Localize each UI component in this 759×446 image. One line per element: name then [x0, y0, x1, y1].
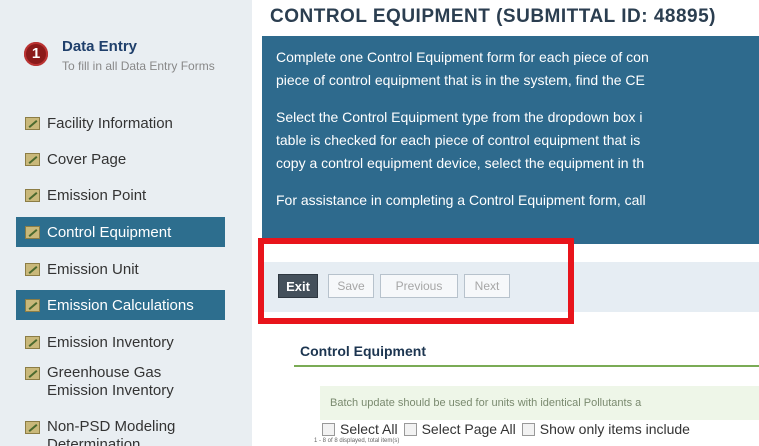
edit-icon: [25, 298, 40, 312]
step-subtitle: To fill in all Data Entry Forms: [62, 59, 215, 73]
sidebar-item-label: Facility Information: [47, 114, 173, 132]
sidebar-item-emission-point[interactable]: Emission Point: [16, 180, 225, 210]
sidebar-item-label: Cover Page: [47, 150, 127, 168]
sidebar-item-label: Control Equipment: [47, 223, 172, 241]
step-number-badge: 1: [24, 42, 48, 66]
sidebar-item-label: Emission Point: [47, 186, 147, 204]
step-title: Data Entry: [62, 38, 138, 55]
sidebar: 1 Data Entry To fill in all Data Entry F…: [0, 0, 252, 446]
edit-icon: [25, 188, 40, 202]
instructions-paragraph: Complete one Control Equipment form for …: [276, 46, 759, 92]
instructions-line: table is checked for each piece of contr…: [276, 132, 641, 148]
edit-icon: [25, 262, 40, 276]
edit-icon: [25, 152, 40, 166]
select-all-label: Select All: [340, 421, 398, 437]
edit-icon: [25, 421, 40, 434]
instructions-paragraph: Select the Control Equipment type from t…: [276, 106, 759, 175]
sidebar-item-label: Greenhouse Gas Emission Inventory: [47, 364, 174, 399]
instructions-panel: Complete one Control Equipment form for …: [262, 36, 759, 244]
select-page-all-label: Select Page All: [421, 421, 516, 437]
sidebar-item-label: Emission Unit: [47, 260, 139, 278]
instructions-line: copy a control equipment device, select …: [276, 155, 645, 171]
instructions-line: For assistance in completing a Control E…: [276, 192, 646, 208]
step-data-entry[interactable]: 1 Data Entry To fill in all Data Entry F…: [16, 34, 246, 102]
section-title: Control Equipment: [300, 343, 426, 359]
batch-update-note: Batch update should be used for units wi…: [320, 386, 759, 420]
edit-icon: [25, 367, 40, 380]
sidebar-item-label: Emission Inventory: [47, 333, 174, 351]
sidebar-item-greenhouse-gas-emission-inventory[interactable]: Greenhouse Gas Emission Inventory: [16, 360, 225, 406]
sidebar-item-cover-page[interactable]: Cover Page: [16, 144, 225, 174]
show-only-label: Show only items include: [539, 421, 690, 437]
edit-icon: [25, 225, 40, 239]
select-page-all-checkbox[interactable]: [403, 422, 417, 436]
sidebar-item-label: Non-PSD Modeling Determination: [47, 418, 176, 446]
instructions-line: Select the Control Equipment type from t…: [276, 109, 643, 125]
main-content: CONTROL EQUIPMENT (SUBMITTAL ID: 48895) …: [252, 0, 759, 446]
sidebar-item-control-equipment[interactable]: Control Equipment: [16, 217, 225, 247]
sidebar-item-emission-inventory[interactable]: Emission Inventory: [16, 327, 225, 357]
sidebar-item-emission-unit[interactable]: Emission Unit: [16, 254, 225, 284]
page-title: CONTROL EQUIPMENT (SUBMITTAL ID: 48895): [270, 6, 716, 27]
show-only-checkbox[interactable]: [521, 422, 535, 436]
edit-icon: [25, 116, 40, 130]
toolbar-highlight-box: [258, 238, 574, 324]
sidebar-item-facility-information[interactable]: Facility Information: [16, 108, 225, 138]
sidebar-item-emission-calculations[interactable]: Emission Calculations: [16, 290, 225, 320]
section-divider: [294, 365, 759, 367]
sidebar-item-non-psd-modeling[interactable]: Non-PSD Modeling Determination: [16, 414, 225, 446]
select-all-checkbox[interactable]: [322, 422, 335, 436]
edit-icon: [25, 335, 40, 349]
instructions-paragraph: For assistance in completing a Control E…: [276, 189, 759, 212]
sidebar-item-label: Emission Calculations: [47, 296, 194, 314]
selection-controls: Select All Select Page All Show only ite…: [316, 421, 690, 437]
instructions-line: Complete one Control Equipment form for …: [276, 49, 649, 65]
instructions-line: piece of control equipment that is in th…: [276, 72, 645, 88]
pagination-summary: 1 - 8 of 8 displayed, total item(s): [314, 438, 400, 444]
